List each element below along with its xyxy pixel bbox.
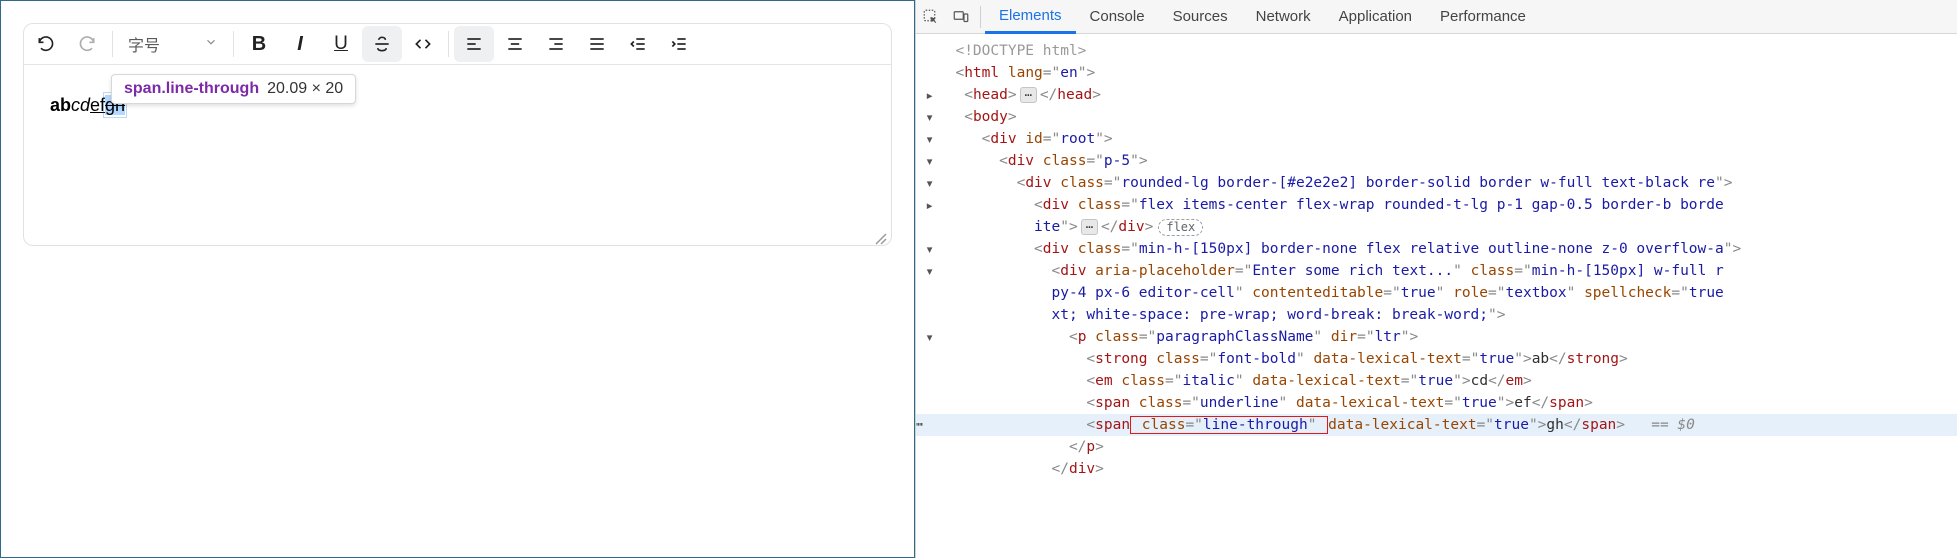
tab-application[interactable]: Application — [1325, 0, 1426, 34]
bold-button[interactable]: B — [239, 26, 279, 62]
align-justify-button[interactable] — [577, 26, 617, 62]
separator — [233, 31, 234, 57]
dom-line[interactable]: </div> — [916, 458, 1957, 480]
fontsize-dropdown[interactable]: 字号 — [118, 26, 228, 62]
dom-line[interactable]: <span class="underline" data-lexical-tex… — [916, 392, 1957, 414]
italic-button[interactable]: I — [280, 26, 320, 62]
tab-console[interactable]: Console — [1076, 0, 1159, 34]
dom-line[interactable]: ▾ <div class="min-h-[150px] border-none … — [916, 238, 1957, 260]
dom-line[interactable]: <em class="italic" data-lexical-text="tr… — [916, 370, 1957, 392]
undo-button[interactable] — [26, 26, 66, 62]
align-center-button[interactable] — [495, 26, 535, 62]
app-page: 字号 B I U — [0, 0, 915, 558]
textarea-resize-icon[interactable] — [873, 227, 887, 241]
separator — [448, 31, 449, 57]
editor-container: 字号 B I U — [23, 23, 892, 246]
dom-line[interactable]: ite">⋯</div>flex — [916, 216, 1957, 238]
text-underline: ef — [90, 95, 105, 115]
tooltip-dimensions: 20.09 × 20 — [267, 80, 343, 97]
tab-network[interactable]: Network — [1242, 0, 1325, 34]
dom-line[interactable]: ▾ <p class="paragraphClassName" dir="ltr… — [916, 326, 1957, 348]
devtools: Elements Console Sources Network Applica… — [915, 0, 1957, 558]
element-tooltip: span.line-through 20.09 × 20 — [111, 74, 356, 104]
editor-toolbar: 字号 B I U — [24, 24, 891, 65]
separator — [112, 31, 113, 57]
text-italic: cd — [71, 95, 90, 115]
dom-line[interactable]: <strong class="font-bold" data-lexical-t… — [916, 348, 1957, 370]
tooltip-selector: span.line-through — [124, 80, 259, 97]
chevron-down-icon — [204, 35, 218, 54]
dom-line[interactable]: ▾ <div aria-placeholder="Enter some rich… — [916, 260, 1957, 282]
tab-sources[interactable]: Sources — [1159, 0, 1242, 34]
dom-line[interactable]: ▾ <body> — [916, 106, 1957, 128]
dom-line[interactable]: <!DOCTYPE html> — [916, 40, 1957, 62]
strikethrough-button[interactable] — [362, 26, 402, 62]
dom-line[interactable]: xt; white-space: pre-wrap; word-break: b… — [916, 304, 1957, 326]
tab-performance[interactable]: Performance — [1426, 0, 1540, 34]
inspect-icon[interactable] — [916, 2, 946, 32]
align-right-button[interactable] — [536, 26, 576, 62]
underline-button[interactable]: U — [321, 26, 361, 62]
dom-line[interactable]: </p> — [916, 436, 1957, 458]
fontsize-label: 字号 — [128, 32, 160, 56]
code-button[interactable] — [403, 26, 443, 62]
dom-line[interactable]: ▾ <div id="root"> — [916, 128, 1957, 150]
outdent-button[interactable] — [618, 26, 658, 62]
devtools-tabbar: Elements Console Sources Network Applica… — [916, 0, 1957, 34]
dom-line[interactable]: ▸ <div class="flex items-center flex-wra… — [916, 194, 1957, 216]
dom-line[interactable]: ⋯ <span class="line-through" data-lexica… — [916, 414, 1957, 436]
indent-button[interactable] — [659, 26, 699, 62]
tab-elements[interactable]: Elements — [985, 0, 1076, 34]
dom-line[interactable]: <html lang="en"> — [916, 62, 1957, 84]
dom-line[interactable]: ▸ <head>⋯</head> — [916, 84, 1957, 106]
dom-line[interactable]: ▾ <div class="p-5"> — [916, 150, 1957, 172]
align-left-button[interactable] — [454, 26, 494, 62]
dom-line[interactable]: ▾ <div class="rounded-lg border-[#e2e2e2… — [916, 172, 1957, 194]
device-toggle-icon[interactable] — [946, 2, 976, 32]
dom-tree[interactable]: <!DOCTYPE html> <html lang="en">▸ <head>… — [916, 34, 1957, 558]
dom-line[interactable]: py-4 px-6 editor-cell" contenteditable="… — [916, 282, 1957, 304]
separator — [980, 6, 981, 28]
redo-button[interactable] — [67, 26, 107, 62]
text-bold: ab — [50, 95, 71, 115]
